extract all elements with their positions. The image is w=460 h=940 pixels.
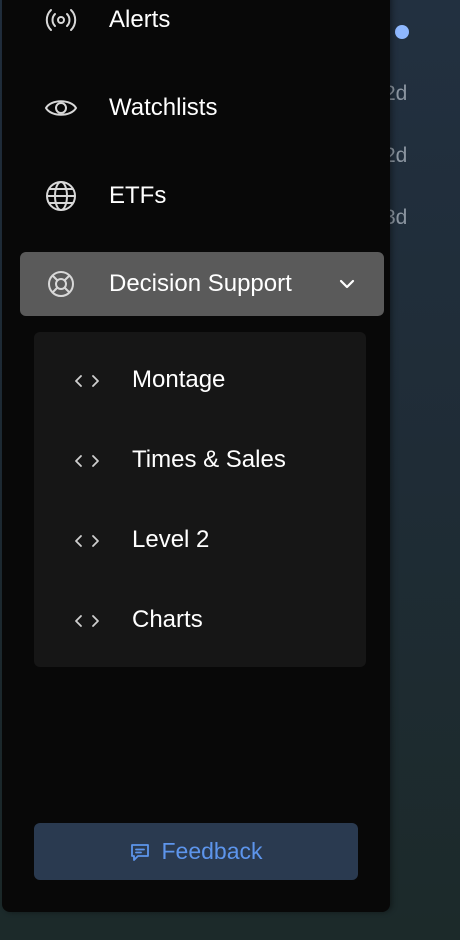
submenu-item-times-sales[interactable]: Times & Sales bbox=[34, 430, 366, 490]
submenu-item-label: Charts bbox=[132, 606, 203, 633]
code-icon bbox=[72, 610, 102, 630]
decision-support-submenu: Montage Times & Sales Level 2 Charts bbox=[34, 332, 366, 667]
chevron-down-icon[interactable] bbox=[336, 273, 358, 295]
sidebar-item-alerts[interactable]: Alerts bbox=[20, 0, 384, 52]
sidebar-item-label: ETFs bbox=[109, 182, 167, 209]
sidebar-item-etfs[interactable]: ETFs bbox=[20, 164, 384, 228]
sidebar-item-label: Alerts bbox=[109, 6, 171, 33]
submenu-item-montage[interactable]: Montage bbox=[34, 350, 366, 410]
message-icon bbox=[129, 841, 151, 863]
sidebar-item-label: Decision Support bbox=[109, 270, 292, 297]
sidebar-item-decision-support[interactable]: Decision Support bbox=[20, 252, 384, 316]
lifebuoy-icon bbox=[44, 267, 78, 301]
eye-icon bbox=[44, 91, 78, 125]
broadcast-icon bbox=[44, 3, 78, 37]
feedback-button[interactable]: Feedback bbox=[34, 823, 358, 880]
code-icon bbox=[72, 530, 102, 550]
submenu-item-label: Times & Sales bbox=[132, 446, 286, 473]
sidebar-item-watchlists[interactable]: Watchlists bbox=[20, 76, 384, 140]
submenu-item-level-2[interactable]: Level 2 bbox=[34, 510, 366, 570]
code-icon bbox=[72, 450, 102, 470]
submenu-item-label: Level 2 bbox=[132, 526, 210, 553]
submenu-item-label: Montage bbox=[132, 366, 226, 393]
code-icon bbox=[72, 370, 102, 390]
sidebar-item-label: Watchlists bbox=[109, 94, 218, 121]
feedback-label: Feedback bbox=[161, 838, 263, 864]
globe-icon bbox=[44, 179, 78, 213]
submenu-item-charts[interactable]: Charts bbox=[34, 590, 366, 650]
unread-dot bbox=[395, 25, 409, 39]
